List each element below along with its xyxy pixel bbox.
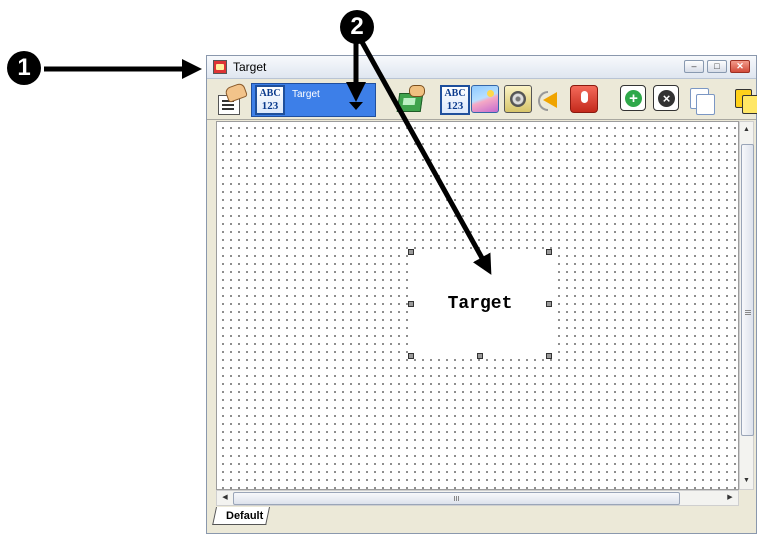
plus-icon: + bbox=[625, 90, 642, 107]
text-abc-line2: 123 bbox=[446, 100, 464, 112]
scroll-left-icon[interactable]: ◀ bbox=[219, 492, 231, 504]
abc-line1: ABC bbox=[259, 88, 281, 99]
hand-shape bbox=[409, 85, 425, 97]
abc-line2: 123 bbox=[261, 100, 279, 112]
window-title: Target bbox=[233, 60, 267, 74]
horizontal-scrollbar[interactable]: ◀ ▶ bbox=[216, 490, 739, 506]
scroll-up-icon[interactable]: ▲ bbox=[741, 124, 752, 136]
text-abc-glyph: ABC 123 bbox=[440, 85, 470, 115]
film-reel-glyph bbox=[504, 85, 532, 113]
picture-glyph bbox=[471, 85, 499, 113]
tab-default[interactable]: Default bbox=[226, 510, 263, 522]
image-icon[interactable] bbox=[471, 85, 501, 115]
text-icon[interactable]: ABC 123 bbox=[440, 85, 470, 115]
sun-shape bbox=[487, 90, 494, 97]
app-window: Target – □ ✕ ABC 123 Target ABC 123 + × … bbox=[206, 55, 757, 534]
dropdown-arrow-icon bbox=[349, 102, 363, 110]
resize-handle-tl[interactable] bbox=[408, 249, 414, 255]
toolbar: ABC 123 Target ABC 123 + × bbox=[207, 79, 757, 120]
target-selector-label: Target bbox=[292, 89, 320, 100]
vertical-scrollbar[interactable]: ▲ ▼ bbox=[739, 121, 754, 490]
vertical-scroll-thumb[interactable] bbox=[741, 144, 754, 436]
record-icon[interactable] bbox=[570, 85, 600, 115]
resize-handle-br[interactable] bbox=[546, 353, 552, 359]
sound-icon[interactable] bbox=[537, 85, 567, 115]
paste-icon[interactable] bbox=[733, 85, 757, 115]
video-icon[interactable] bbox=[504, 85, 534, 115]
properties-icon[interactable] bbox=[216, 82, 248, 115]
delete-card-icon[interactable]: × bbox=[653, 85, 683, 115]
resize-handle-tr[interactable] bbox=[546, 249, 552, 255]
delete-tag: × bbox=[653, 85, 679, 111]
thumb-grip bbox=[745, 310, 751, 311]
scroll-right-icon[interactable]: ▶ bbox=[724, 492, 736, 504]
hand-pointer bbox=[224, 82, 248, 103]
scroll-down-icon[interactable]: ▼ bbox=[741, 475, 752, 487]
design-canvas[interactable]: Target bbox=[216, 121, 739, 490]
callout-1-marker: 1 bbox=[7, 51, 41, 85]
x-icon: × bbox=[658, 90, 675, 107]
microphone-glyph bbox=[570, 85, 598, 113]
resize-handle-bm[interactable] bbox=[477, 353, 483, 359]
text-abc-line1: ABC bbox=[444, 88, 466, 99]
tab-bar: Default bbox=[207, 507, 756, 533]
speaker-shape bbox=[543, 92, 557, 108]
paste-front bbox=[742, 95, 757, 114]
add-tag: + bbox=[620, 85, 646, 111]
horizontal-scroll-thumb[interactable] bbox=[233, 492, 680, 505]
add-card-icon[interactable]: + bbox=[620, 85, 650, 115]
text-object-icon: ABC 123 bbox=[255, 85, 285, 115]
target-object-text: Target bbox=[447, 294, 513, 314]
page-front bbox=[696, 94, 715, 115]
target-selector[interactable]: ABC 123 Target bbox=[251, 83, 376, 117]
h-thumb-grip bbox=[454, 496, 455, 501]
callout-2-marker: 2 bbox=[340, 10, 374, 44]
send-card-icon[interactable] bbox=[394, 85, 425, 115]
copy-icon[interactable] bbox=[687, 85, 717, 115]
resize-handle-bl[interactable] bbox=[408, 353, 414, 359]
minimize-button[interactable]: – bbox=[684, 60, 704, 73]
app-icon[interactable] bbox=[213, 60, 227, 74]
close-button[interactable]: ✕ bbox=[730, 60, 750, 73]
target-object[interactable]: Target bbox=[408, 249, 552, 359]
maximize-button[interactable]: □ bbox=[707, 60, 727, 73]
title-bar[interactable]: Target – □ ✕ bbox=[207, 56, 756, 79]
